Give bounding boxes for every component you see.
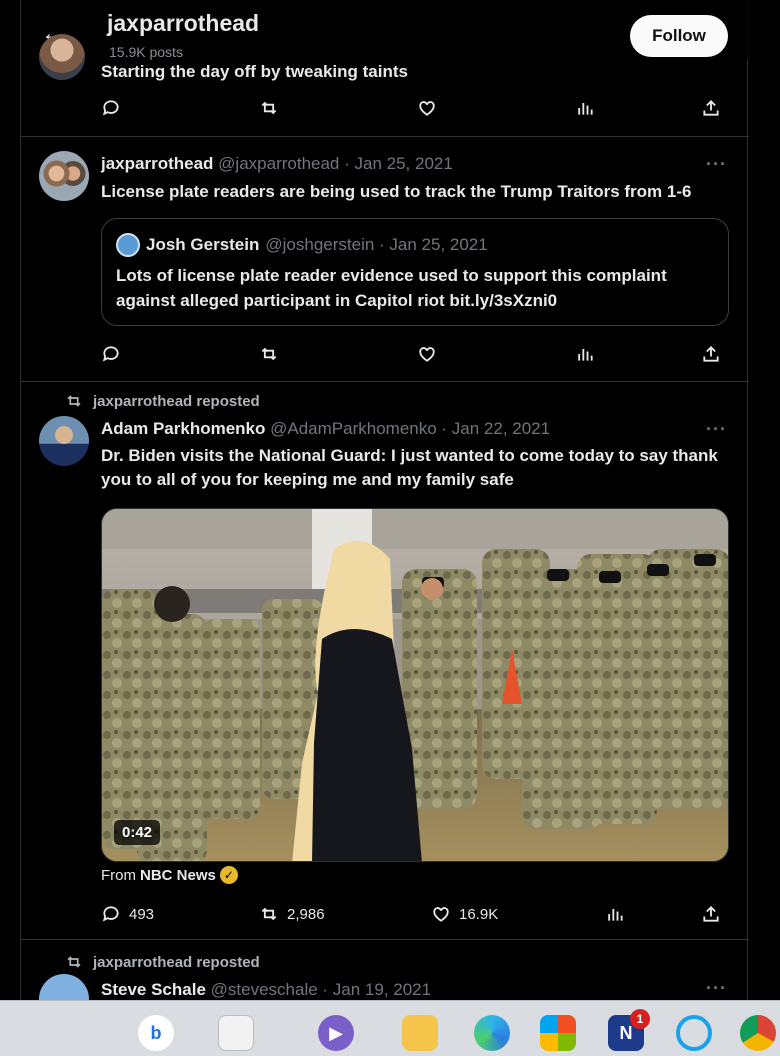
from-label: From	[101, 866, 136, 884]
quote-avatar	[116, 233, 140, 257]
share-button[interactable]	[701, 904, 721, 924]
author-name[interactable]: jaxparrothead	[101, 154, 213, 173]
more-icon[interactable]: ···	[706, 419, 727, 440]
reply-button[interactable]	[101, 344, 121, 364]
post-meta: Steve Schale @steveschale · Jan 19, 2021	[101, 980, 431, 1000]
reply-button[interactable]	[101, 98, 121, 118]
share-icon	[703, 906, 719, 922]
heart-icon	[419, 101, 435, 116]
post-actions: 493 2,986 16.9K	[101, 904, 731, 928]
screen: ← jaxparrothead 15.9K posts Follow Start…	[0, 0, 780, 1000]
video-source: From NBC News ✓	[101, 866, 238, 884]
repost-button[interactable]	[259, 98, 279, 118]
like-button[interactable]	[417, 98, 437, 118]
views-button[interactable]	[575, 98, 595, 118]
more-icon[interactable]: ···	[706, 978, 727, 999]
meet-icon[interactable]: ▶	[318, 1015, 354, 1051]
quote-author-handle: @joshgerstein · Jan 25, 2021	[265, 235, 488, 254]
source-name[interactable]: NBC News	[140, 867, 216, 884]
files-icon[interactable]	[218, 1015, 254, 1051]
reply-count: 493	[129, 905, 155, 923]
repost-label[interactable]: jaxparrothead reposted	[93, 954, 260, 971]
timeline-column: ← jaxparrothead 15.9K posts Follow Start…	[20, 0, 749, 1000]
author-handle[interactable]: @jaxparrothead · Jan 25, 2021	[218, 154, 453, 173]
reply-icon	[102, 346, 119, 362]
avatar[interactable]	[39, 151, 89, 201]
post-text: Dr. Biden visits the National Guard: I j…	[101, 446, 718, 489]
post-text: License plate readers are being used to …	[101, 182, 692, 201]
views-button[interactable]	[605, 904, 625, 924]
post-count: 15.9K posts	[109, 44, 183, 60]
bar-chart-icon	[578, 103, 593, 115]
repost-icon	[67, 956, 81, 968]
bing-icon[interactable]: b	[138, 1015, 174, 1051]
like-count: 16.9K	[459, 905, 499, 923]
cortana-icon[interactable]	[676, 1015, 712, 1051]
quote-text: Lots of license plate reader evidence us…	[116, 266, 667, 310]
profile-title: jaxparrothead	[107, 10, 260, 36]
repost-label[interactable]: jaxparrothead reposted	[93, 393, 260, 410]
share-icon	[703, 346, 719, 362]
views-button[interactable]	[575, 344, 595, 364]
profile-header: ← jaxparrothead 15.9K posts Follow	[21, 0, 749, 80]
repost-indicator: jaxparrothead reposted	[65, 392, 260, 410]
reply-icon	[102, 906, 119, 922]
share-button[interactable]	[701, 344, 721, 364]
news-icon[interactable]: N 1	[608, 1009, 650, 1051]
follow-button[interactable]: Follow	[630, 15, 728, 57]
heart-icon	[419, 347, 435, 362]
repost-count: 2,986	[287, 905, 325, 923]
post-meta: jaxparrothead @jaxparrothead · Jan 25, 2…	[101, 154, 453, 174]
chrome-icon[interactable]	[740, 1015, 776, 1051]
header-avatar	[39, 34, 85, 80]
repost-indicator: jaxparrothead reposted	[65, 953, 260, 971]
author-name[interactable]: Steve Schale	[101, 980, 206, 999]
avatar[interactable]	[39, 416, 89, 466]
author-name[interactable]: Adam Parkhomenko	[101, 419, 265, 438]
quote-meta: Josh Gerstein @joshgerstein · Jan 25, 20…	[116, 233, 488, 257]
avatar[interactable]	[39, 974, 89, 1000]
edge-icon[interactable]	[474, 1015, 510, 1051]
verified-badge-icon: ✓	[219, 866, 238, 884]
more-icon[interactable]: ···	[706, 154, 727, 175]
store-icon[interactable]	[540, 1015, 576, 1051]
repost-button[interactable]	[259, 344, 279, 364]
heart-icon	[433, 907, 449, 922]
repost-icon	[261, 101, 277, 115]
repost-icon	[261, 907, 277, 921]
quote-author-name: Josh Gerstein	[146, 235, 260, 254]
video-thumbnail	[102, 509, 728, 861]
share-button[interactable]	[701, 98, 721, 118]
quoted-post[interactable]: Josh Gerstein @joshgerstein · Jan 25, 20…	[101, 218, 729, 326]
video-timer: 0:42	[114, 820, 161, 845]
repost-icon	[261, 347, 277, 361]
video-player[interactable]: 0:42	[101, 508, 729, 862]
os-taskbar: b ▶ N 1	[0, 1000, 780, 1056]
like-button[interactable]	[417, 344, 437, 364]
repost-icon	[67, 395, 81, 407]
reply-icon	[102, 100, 119, 116]
post-actions	[101, 344, 731, 368]
bar-chart-icon	[608, 909, 623, 921]
author-handle[interactable]: @AdamParkhomenko · Jan 22, 2021	[270, 419, 550, 438]
post-meta: Adam Parkhomenko @AdamParkhomenko · Jan …	[101, 419, 550, 439]
repost-button[interactable]: 2,986	[259, 904, 325, 924]
post-actions	[101, 98, 731, 122]
bar-chart-icon	[578, 349, 593, 361]
author-handle[interactable]: @steveschale · Jan 19, 2021	[211, 980, 431, 999]
folder-icon[interactable]	[402, 1015, 438, 1051]
share-icon	[703, 100, 719, 116]
reply-button[interactable]: 493	[101, 904, 154, 924]
post-text: Starting the day off by tweaking taints	[101, 62, 408, 81]
like-button[interactable]: 16.9K	[431, 904, 498, 924]
notification-badge: 1	[630, 1009, 650, 1029]
